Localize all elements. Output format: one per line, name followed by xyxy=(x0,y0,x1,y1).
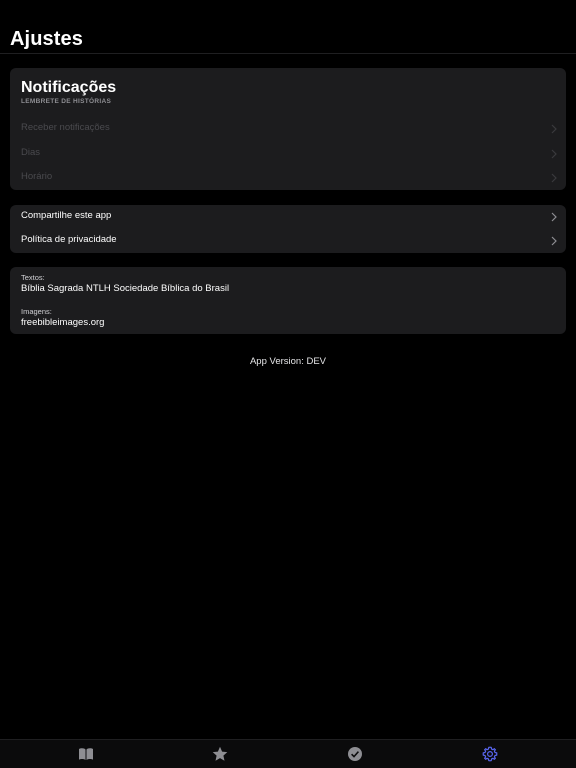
gear-icon xyxy=(482,746,498,762)
chevron-right-icon xyxy=(551,236,557,246)
credits-card: Textos: Bíblia Sagrada NTLH Sociedade Bí… xyxy=(10,267,566,334)
tab-stories[interactable] xyxy=(78,746,94,762)
images-value[interactable]: freebibleimages.org xyxy=(21,317,104,328)
receive-notifications-label: Receber notificações xyxy=(21,122,110,133)
tab-favorites[interactable] xyxy=(212,746,228,762)
privacy-policy-row[interactable]: Política de privacidade xyxy=(10,229,566,253)
app-version: App Version: DEV xyxy=(249,356,327,367)
tab-bar xyxy=(0,739,576,768)
checkmark-circle-icon xyxy=(347,746,363,762)
chevron-right-icon xyxy=(551,149,557,159)
texts-label: Textos: xyxy=(21,273,45,282)
receive-notifications-row[interactable]: Receber notificações xyxy=(10,117,566,141)
notifications-card: Notificações LEMBRETE DE HISTÓRIAS Receb… xyxy=(10,68,566,190)
notifications-subtitle: LEMBRETE DE HISTÓRIAS xyxy=(21,98,112,105)
privacy-policy-label: Política de privacidade xyxy=(21,234,117,245)
images-label: Imagens: xyxy=(21,307,52,316)
days-row[interactable]: Dias xyxy=(10,142,566,166)
chevron-right-icon xyxy=(551,212,557,222)
header: Ajustes xyxy=(0,0,576,54)
chevron-right-icon xyxy=(551,173,557,183)
tab-settings[interactable] xyxy=(482,746,498,762)
share-app-row[interactable]: Compartilhe este app xyxy=(10,205,566,229)
star-icon xyxy=(212,746,228,762)
settings-screen: Ajustes Notificações LEMBRETE DE HISTÓRI… xyxy=(0,0,576,768)
page-title: Ajustes xyxy=(10,28,83,50)
chevron-right-icon xyxy=(551,124,557,134)
time-row[interactable]: Horário xyxy=(10,166,566,190)
texts-value: Bíblia Sagrada NTLH Sociedade Bíblica do… xyxy=(21,283,230,294)
time-label: Horário xyxy=(21,171,53,182)
tab-completed[interactable] xyxy=(347,746,363,762)
notifications-title: Notificações xyxy=(21,79,117,96)
share-app-label: Compartilhe este app xyxy=(21,210,112,221)
days-label: Dias xyxy=(21,147,41,158)
book-icon xyxy=(78,746,94,762)
links-card: Compartilhe este app Política de privaci… xyxy=(10,205,566,253)
